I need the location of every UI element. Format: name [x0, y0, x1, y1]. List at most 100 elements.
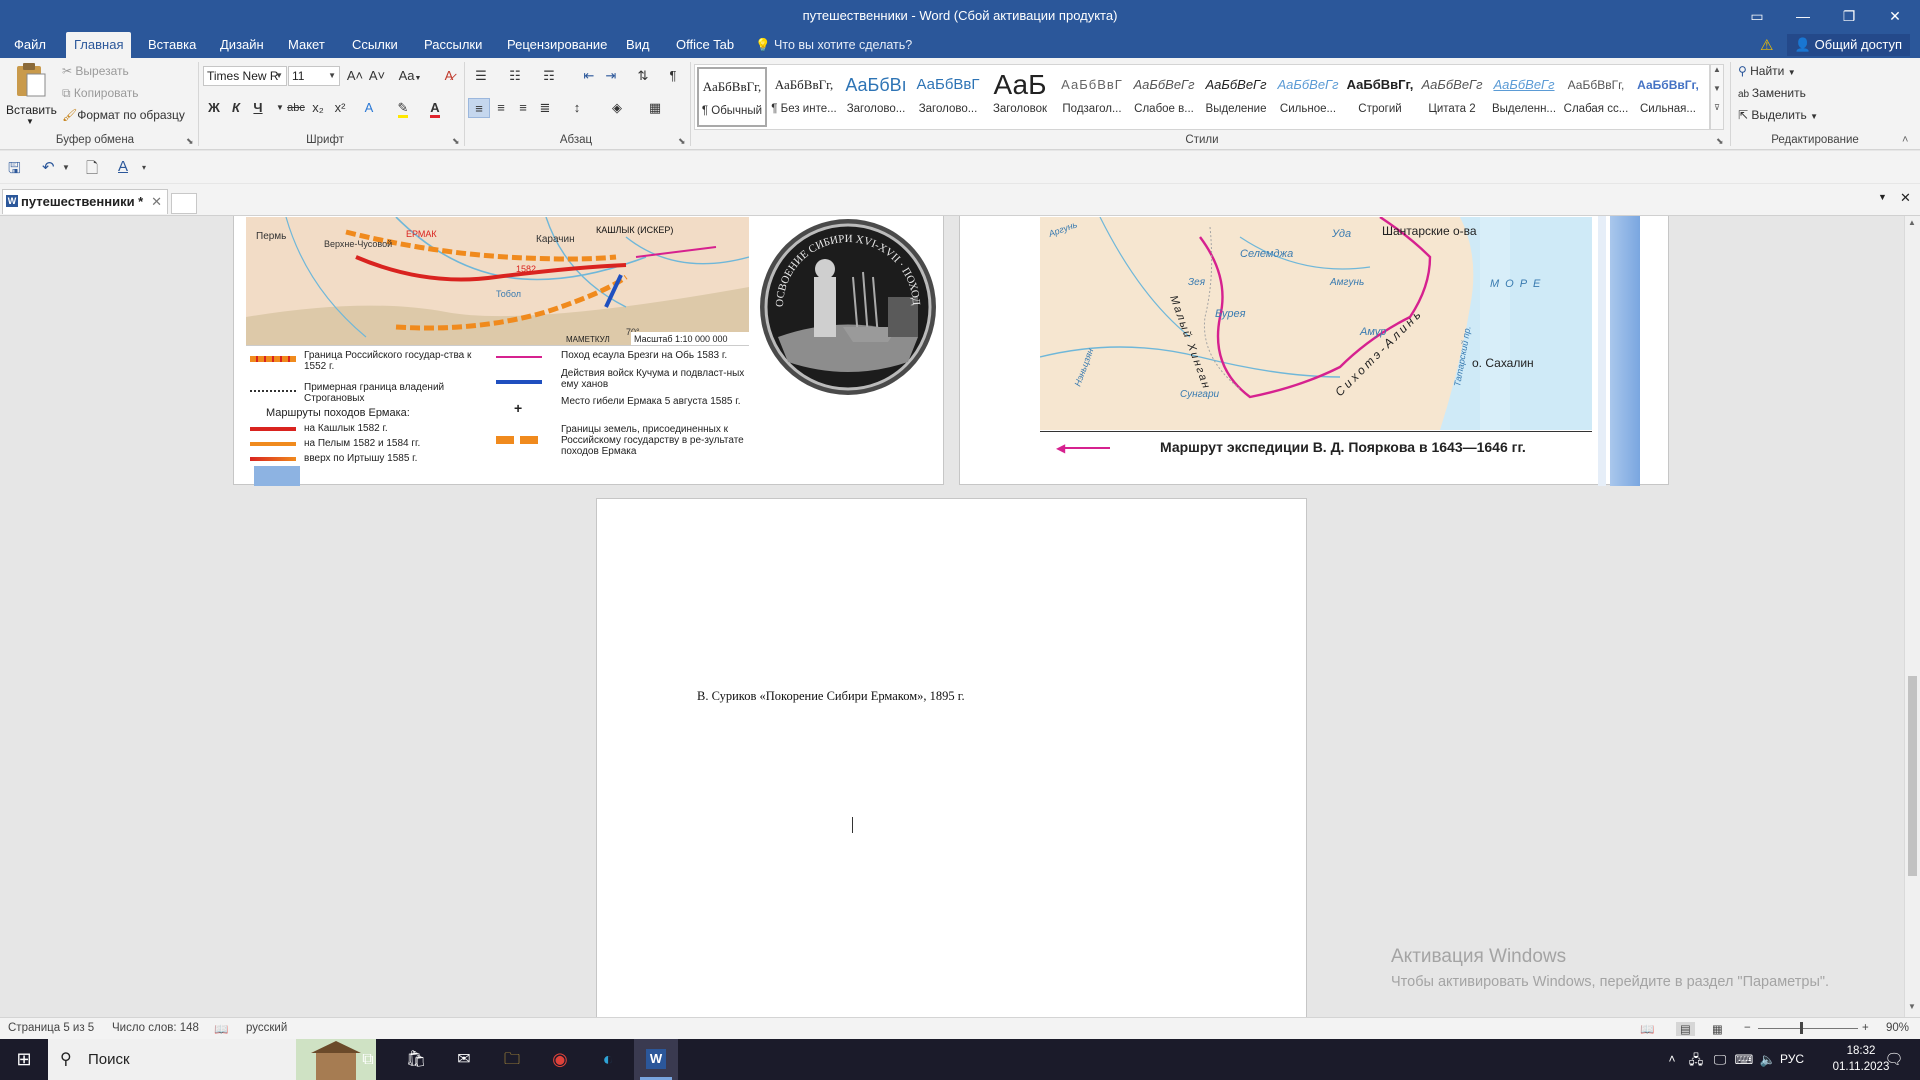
style-heading-1[interactable]: АаБбВı Заголово... [841, 67, 911, 127]
tab-design[interactable]: Дизайн [212, 32, 272, 58]
decrease-indent-icon[interactable]: ⇤ [578, 66, 600, 86]
new-document-icon[interactable]: 🗋 [86, 158, 98, 183]
close-button[interactable]: ✕ [1872, 0, 1918, 32]
subscript-button[interactable]: x₂ [307, 98, 329, 118]
collapse-ribbon-icon[interactable]: ˄ [1902, 134, 1908, 146]
tab-references[interactable]: Ссылки [344, 32, 406, 58]
dialog-launcher-icon[interactable]: ⬊ [1716, 136, 1724, 147]
format-painter-button[interactable]: 🖌Формат по образцу [62, 108, 185, 122]
read-mode-icon[interactable]: 📖 [1640, 1022, 1654, 1036]
bullets-icon[interactable]: ☰ [470, 66, 492, 86]
shading-icon[interactable]: ◈ [606, 98, 628, 118]
more-icon[interactable]: ⊽ [1711, 103, 1723, 112]
font-color-icon[interactable]: A [118, 158, 128, 175]
pilcrow-icon[interactable]: ¶ [662, 66, 684, 86]
keyboard-icon[interactable]: ⌨ [1732, 1039, 1756, 1080]
numbering-icon[interactable]: ☷ [504, 66, 526, 86]
word-count[interactable]: Число слов: 148 [112, 1022, 199, 1034]
dialog-launcher-icon[interactable]: ⬊ [452, 136, 460, 147]
tab-review[interactable]: Рецензирование [499, 32, 615, 58]
save-icon[interactable]: 🖫 [8, 158, 21, 183]
style-subtitle[interactable]: АаБбВвГ Подзагол... [1057, 67, 1127, 127]
windows-start-icon[interactable]: ⊞ [0, 1039, 48, 1080]
superscript-button[interactable]: x² [329, 98, 351, 118]
style-intense-emphasis[interactable]: АаБбВеГг Сильное... [1273, 67, 1343, 127]
vertical-scrollbar[interactable]: ▲ ▼ [1904, 216, 1920, 1017]
ribbon-display-options-button[interactable]: ▭ [1734, 0, 1780, 32]
chevron-down-icon[interactable]: ▼ [62, 163, 70, 172]
tab-office-tab[interactable]: Office Tab [668, 32, 742, 58]
sort-icon[interactable]: ⇅ [632, 66, 654, 86]
tab-mailings[interactable]: Рассылки [416, 32, 490, 58]
chevron-down-icon[interactable]: ▼ [1711, 84, 1723, 93]
tab-view[interactable]: Вид [618, 32, 658, 58]
zoom-out-icon[interactable]: − [1744, 1022, 1751, 1034]
select-button[interactable]: ⇱ Выделить ▼ [1738, 108, 1818, 122]
scroll-up-icon[interactable]: ▲ [1908, 218, 1916, 227]
style-quote[interactable]: АаБбВеГг Цитата 2 [1417, 67, 1487, 127]
zoom-in-icon[interactable]: + [1862, 1022, 1869, 1034]
display-icon[interactable]: 🖵 [1708, 1039, 1732, 1080]
style-strong[interactable]: АаБбВвГг, Строгий [1345, 67, 1415, 127]
style-no-spacing[interactable]: АаБбВвГг, ¶ Без инте... [769, 67, 839, 127]
new-tab-button[interactable] [171, 193, 197, 214]
font-color-icon[interactable]: A [424, 98, 446, 118]
language-status[interactable]: русский [246, 1022, 287, 1034]
style-subtle-reference[interactable]: АаБбВвГг, Слабая сс... [1561, 67, 1631, 127]
document-tab[interactable]: W путешественники * ✕ [2, 189, 168, 214]
style-title[interactable]: АаБ Заголовок [985, 67, 1055, 127]
zoom-level[interactable]: 90% [1886, 1022, 1909, 1034]
web-layout-icon[interactable]: ▦ [1712, 1022, 1723, 1036]
tab-file[interactable]: Файл [6, 32, 54, 58]
page-current[interactable]: В. Суриков «Покорение Сибири Ермаком», 1… [596, 498, 1307, 1017]
strikethrough-button[interactable]: abc [285, 98, 307, 118]
shrink-font-button[interactable]: A˅ [366, 66, 388, 86]
tell-me-search[interactable]: 💡 Что вы хотите сделать? [755, 32, 912, 58]
image-caption[interactable]: В. Суриков «Покорение Сибири Ермаком», 1… [697, 689, 965, 704]
chevron-up-icon[interactable]: ˄ [1660, 1039, 1684, 1080]
text-effects-icon[interactable]: A [358, 98, 380, 118]
cut-button[interactable]: ✂ Вырезать [62, 64, 129, 78]
align-right-icon[interactable]: ≡ [512, 98, 534, 118]
mail-icon[interactable]: ✉ [442, 1039, 486, 1080]
replace-button[interactable]: ab Заменить [1738, 86, 1806, 100]
proofing-icon[interactable]: 📖 [214, 1022, 228, 1036]
page-count[interactable]: Страница 5 из 5 [8, 1022, 94, 1034]
styles-scroll[interactable]: ▲ ▼ ⊽ [1710, 64, 1724, 130]
store-icon[interactable]: 🛍 [394, 1039, 438, 1080]
bold-button[interactable]: Ж [203, 98, 225, 118]
font-size-combo[interactable]: 11 ▼ [288, 66, 340, 86]
minimize-button[interactable]: — [1780, 0, 1826, 32]
close-icon[interactable]: ✕ [1900, 190, 1911, 206]
zoom-slider[interactable] [1758, 1028, 1858, 1029]
dialog-launcher-icon[interactable]: ⬊ [186, 136, 194, 147]
zoom-slider-thumb[interactable] [1800, 1022, 1803, 1034]
style-subtle-emphasis[interactable]: АаБбВеГг Слабое в... [1129, 67, 1199, 127]
style-intense-reference[interactable]: АаБбВвГг, Сильная... [1633, 67, 1703, 127]
maximize-button[interactable]: ❐ [1826, 0, 1872, 32]
dialog-launcher-icon[interactable]: ⬊ [678, 136, 686, 147]
style-intense-quote[interactable]: АаБбВеГг Выделенн... [1489, 67, 1559, 127]
share-button[interactable]: 👤 Общий доступ [1786, 34, 1910, 56]
clear-formatting-icon[interactable]: A̷ [438, 66, 460, 86]
find-button[interactable]: ⚲ Найти ▼ [1738, 64, 1796, 78]
edge-icon[interactable]: ◐ [586, 1039, 630, 1080]
borders-icon[interactable]: ▦ [644, 98, 666, 118]
warning-icon[interactable]: ⚠ [1760, 36, 1773, 54]
tab-insert[interactable]: Вставка [140, 32, 204, 58]
paste-button[interactable]: Вставить ▼ [6, 62, 57, 130]
align-left-icon[interactable]: ≡ [468, 98, 490, 118]
file-explorer-icon[interactable]: 🗀 [490, 1039, 534, 1080]
grow-font-button[interactable]: A˄ [344, 66, 366, 86]
highlight-color-icon[interactable]: ✎ [392, 98, 414, 118]
line-spacing-icon[interactable]: ↕ [566, 98, 588, 118]
copy-button[interactable]: ⧉ Копировать [62, 86, 139, 101]
task-view-icon[interactable]: ⧉ [346, 1039, 390, 1080]
multilevel-list-icon[interactable]: ☶ [538, 66, 560, 86]
scroll-thumb[interactable] [1908, 676, 1917, 876]
style-emphasis[interactable]: АаБбВеГг Выделение [1201, 67, 1271, 127]
print-layout-icon[interactable]: ▤ [1676, 1022, 1695, 1036]
increase-indent-icon[interactable]: ⇥ [600, 66, 622, 86]
tab-home[interactable]: Главная [66, 32, 132, 58]
undo-icon[interactable]: ↶ [42, 158, 55, 176]
